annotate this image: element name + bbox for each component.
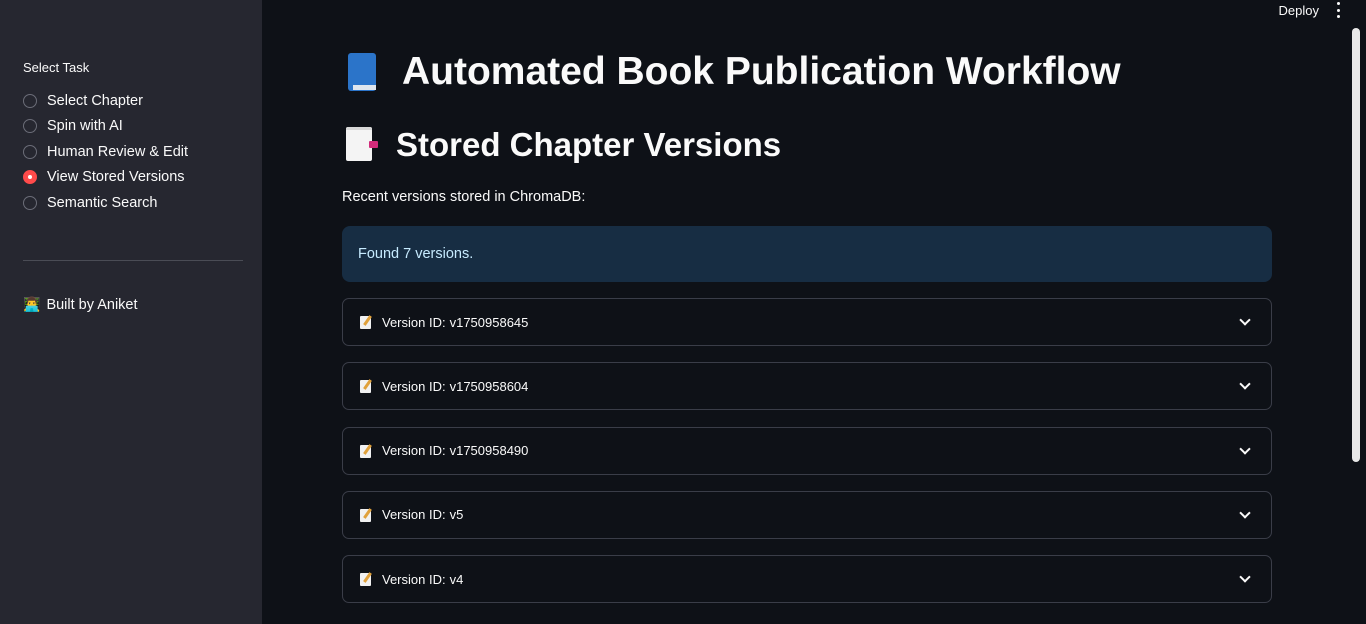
memo-icon bbox=[360, 379, 373, 394]
chevron-down-icon[interactable] bbox=[1239, 316, 1251, 328]
memo-icon bbox=[360, 315, 373, 329]
radio-option-label: View Stored Versions bbox=[47, 169, 185, 186]
version-header: Version ID: v4 bbox=[360, 572, 463, 587]
vertical-scrollbar[interactable] bbox=[1352, 28, 1360, 462]
blue-book-icon bbox=[342, 53, 380, 91]
task-radio-group: Select Chapter Spin with AI Human Review… bbox=[23, 88, 188, 216]
memo-icon bbox=[360, 508, 373, 522]
radio-option-label: Spin with AI bbox=[47, 118, 123, 135]
chevron-down-icon[interactable] bbox=[1239, 509, 1251, 521]
person-icon: 👨‍💻 bbox=[23, 296, 41, 312]
section-title: Stored Chapter Versions bbox=[342, 124, 1272, 166]
version-header: Version ID: v1750958645 bbox=[360, 315, 528, 330]
description-text: Recent versions stored in ChromaDB: bbox=[342, 189, 586, 205]
memo-icon bbox=[360, 444, 373, 458]
version-header: Version ID: v1750958604 bbox=[360, 379, 528, 394]
version-header: Version ID: v1750958490 bbox=[360, 443, 528, 458]
top-toolbar: Deploy bbox=[1279, 0, 1340, 20]
radio-option-select-chapter[interactable]: Select Chapter bbox=[23, 88, 188, 114]
kebab-menu-icon[interactable] bbox=[1337, 2, 1340, 18]
content-area: Automated Book Publication Workflow Stor… bbox=[342, 44, 1272, 619]
radio-button-icon[interactable] bbox=[23, 195, 37, 210]
version-list: Version ID: v1750958645 Version ID: v175… bbox=[342, 298, 1272, 604]
version-expander[interactable]: Version ID: v1750958604 bbox=[342, 362, 1272, 411]
chevron-down-icon[interactable] bbox=[1239, 445, 1251, 457]
version-id: v4 bbox=[449, 571, 464, 587]
section-title-text: Stored Chapter Versions bbox=[396, 126, 782, 163]
version-prefix: Version ID: bbox=[382, 443, 446, 459]
credit-text: 👨‍💻 Built by Aniket bbox=[23, 296, 138, 313]
version-header: Version ID: v5 bbox=[360, 507, 463, 522]
select-task-label: Select Task bbox=[23, 60, 90, 75]
version-id: v5 bbox=[449, 507, 464, 523]
chevron-down-icon[interactable] bbox=[1239, 573, 1251, 585]
radio-button-icon[interactable] bbox=[23, 144, 37, 159]
sidebar-divider bbox=[23, 260, 243, 261]
radio-option-semantic-search[interactable]: Semantic Search bbox=[23, 190, 188, 216]
chevron-down-icon[interactable] bbox=[1239, 380, 1251, 392]
radio-option-human-review[interactable]: Human Review & Edit bbox=[23, 139, 188, 165]
document-icon bbox=[342, 127, 378, 163]
sidebar: Select Task Select Chapter Spin with AI … bbox=[0, 0, 262, 624]
radio-button-icon[interactable] bbox=[23, 119, 37, 134]
version-prefix: Version ID: bbox=[382, 378, 446, 394]
app-window: Select Task Select Chapter Spin with AI … bbox=[0, 0, 1366, 624]
main-content: Deploy Automated Book Publication Workfl… bbox=[262, 0, 1366, 624]
radio-button-icon[interactable] bbox=[23, 93, 37, 108]
version-expander[interactable]: Version ID: v5 bbox=[342, 490, 1272, 539]
radio-option-label: Select Chapter bbox=[47, 92, 143, 109]
page-title: Automated Book Publication Workflow bbox=[342, 44, 1272, 100]
deploy-button[interactable]: Deploy bbox=[1279, 3, 1319, 18]
page-title-text: Automated Book Publication Workflow bbox=[402, 50, 1121, 93]
radio-option-label: Human Review & Edit bbox=[47, 143, 189, 160]
radio-option-view-stored-versions[interactable]: View Stored Versions bbox=[23, 165, 188, 191]
version-id: v1750958645 bbox=[449, 314, 529, 330]
radio-button-selected-icon[interactable] bbox=[23, 170, 37, 185]
version-id: v1750958490 bbox=[449, 443, 529, 459]
radio-option-spin-with-ai[interactable]: Spin with AI bbox=[23, 114, 188, 140]
version-id: v1750958604 bbox=[449, 378, 529, 394]
version-expander[interactable]: Version ID: v4 bbox=[342, 555, 1272, 604]
version-prefix: Version ID: bbox=[382, 507, 446, 523]
version-expander[interactable]: Version ID: v1750958490 bbox=[342, 426, 1272, 475]
version-prefix: Version ID: bbox=[382, 571, 446, 587]
version-prefix: Version ID: bbox=[382, 314, 446, 330]
memo-icon bbox=[360, 572, 373, 587]
info-alert: Found 7 versions. bbox=[342, 226, 1272, 282]
credit-label: Built by Aniket bbox=[46, 296, 138, 313]
version-expander[interactable]: Version ID: v1750958645 bbox=[342, 298, 1272, 346]
radio-option-label: Semantic Search bbox=[47, 194, 158, 211]
